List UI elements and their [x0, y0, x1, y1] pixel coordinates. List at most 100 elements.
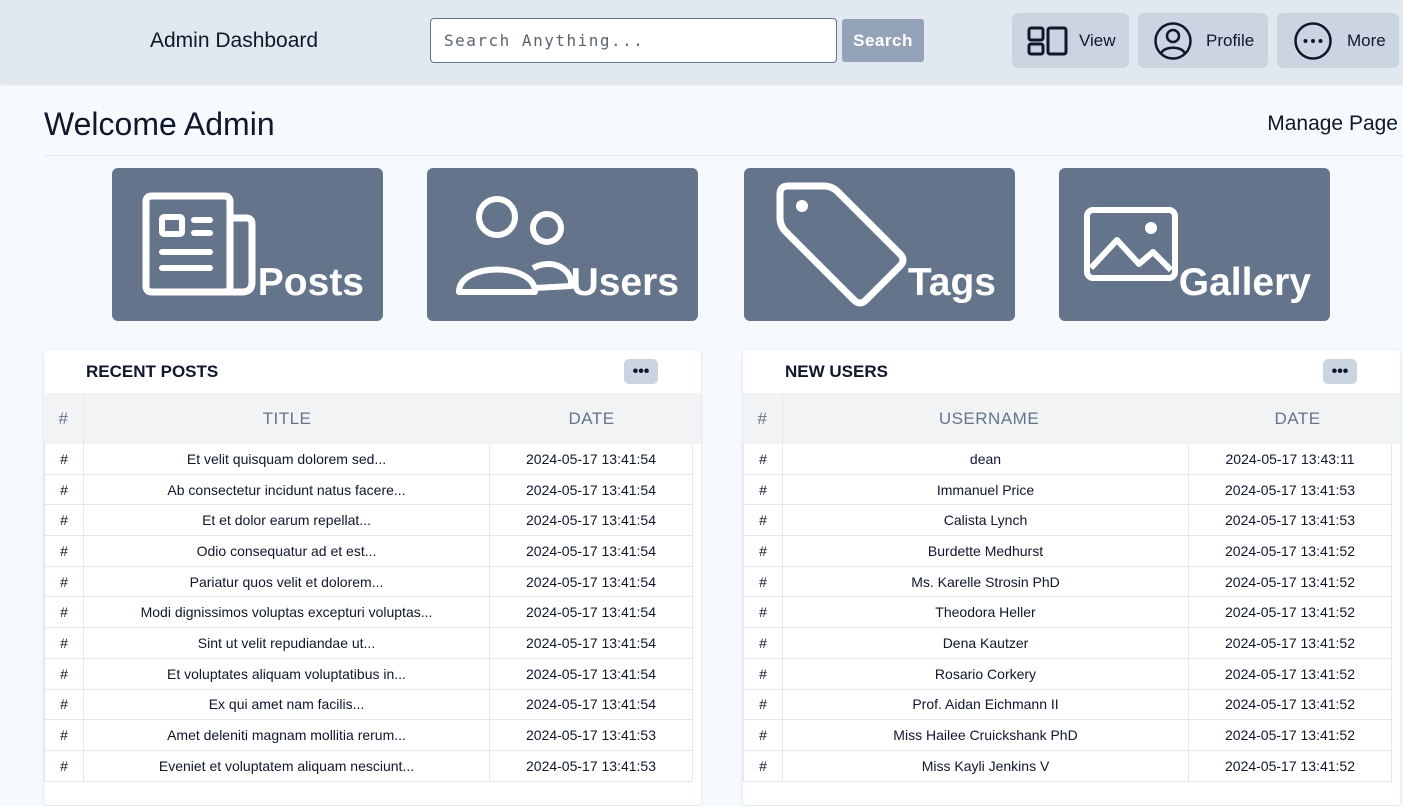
row-number-cell: # [44, 658, 84, 689]
row-number-cell: # [743, 720, 783, 750]
table-row[interactable]: # Odio consequatur ad et est... 2024-05-17… [44, 536, 693, 567]
table-row[interactable]: # Et velit quisquam dolorem sed... 2024-05… [44, 444, 693, 475]
row-number-cell: # [44, 536, 84, 566]
page-title: Welcome Admin [44, 106, 275, 142]
column-header-number[interactable]: # [743, 393, 783, 444]
post-title-cell: Et velit quisquam dolorem sed... [84, 444, 490, 474]
recent-posts-panel: RECENT POSTS ••• # TITLE DATE # Et velit … [44, 350, 701, 805]
user-date-cell: 2024-05-17 13:41:52 [1189, 536, 1392, 566]
new-users-menu-button[interactable]: ••• [1323, 359, 1357, 384]
column-header-date[interactable]: DATE [490, 393, 693, 444]
username-cell: Ms. Karelle Strosin PhD [783, 566, 1189, 597]
table-row[interactable]: # Calista Lynch 2024-05-17 13:41:53 [743, 505, 1392, 537]
username-cell: Prof. Aidan Eichmann II [783, 689, 1189, 720]
post-date-cell: 2024-05-17 13:41:54 [490, 536, 693, 566]
table-row[interactable]: # Miss Kayli Jenkins V 2024-05-17 13:41:52 [743, 750, 1392, 782]
gallery-card[interactable]: Gallery [1059, 168, 1330, 321]
user-date-cell: 2024-05-17 13:41:52 [1189, 597, 1392, 628]
profile-label: Profile [1206, 30, 1255, 50]
post-date-cell: 2024-05-17 13:41:54 [490, 658, 693, 689]
row-number-cell: # [743, 597, 783, 628]
profile-button[interactable]: Profile [1138, 13, 1268, 68]
post-title-cell: Sint ut velit repudiandae ut... [84, 628, 490, 658]
post-date-cell: 2024-05-17 13:41:54 [490, 505, 693, 536]
post-title-cell: Ex qui amet nam facilis... [84, 689, 490, 720]
row-number-cell: # [743, 444, 783, 474]
recent-posts-menu-button[interactable]: ••• [624, 359, 658, 384]
username-cell: Dena Kautzer [783, 628, 1189, 658]
table-row[interactable]: # Et et dolor earum repellat... 2024-05-17… [44, 505, 693, 537]
post-title-cell: Amet deleniti magnam mollitia rerum... [84, 720, 490, 750]
row-number-cell: # [743, 536, 783, 566]
new-users-header: # USERNAME DATE [743, 393, 1400, 444]
table-row[interactable]: # Modi dignissimos voluptas excepturi vol… [44, 597, 693, 629]
table-row[interactable]: # Ms. Karelle Strosin PhD 2024-05-17 13:41… [743, 566, 1392, 598]
post-title-cell: Ab consectetur incidunt natus facere... [84, 474, 490, 505]
post-title-cell: Odio consequatur ad et est... [84, 536, 490, 566]
recent-posts-title: RECENT POSTS [86, 362, 219, 381]
tags-card[interactable]: Tags [744, 168, 1015, 321]
user-date-cell: 2024-05-17 13:41:53 [1189, 474, 1392, 505]
post-title-cell: Et et dolor earum repellat... [84, 505, 490, 536]
column-header-title[interactable]: TITLE [84, 393, 490, 444]
row-number-cell: # [743, 658, 783, 689]
view-button[interactable]: View [1012, 13, 1129, 68]
table-row[interactable]: # Ex qui amet nam facilis... 2024-05-17 13… [44, 689, 693, 721]
table-row[interactable]: # Rosario Corkery 2024-05-17 13:41:52 [743, 658, 1392, 690]
post-title-cell: Modi dignissimos voluptas excepturi volu… [84, 597, 490, 628]
table-row[interactable]: # Amet deleniti magnam mollitia rerum... 2… [44, 720, 693, 751]
table-row[interactable]: # Immanuel Price 2024-05-17 13:41:53 [743, 474, 1392, 506]
table-row[interactable]: # Burdette Medhurst 2024-05-17 13:41:52 [743, 536, 1392, 567]
row-number-cell: # [44, 689, 84, 720]
posts-card-label: Posts [257, 261, 364, 304]
row-number-cell: # [743, 566, 783, 597]
users-card-label: Users [570, 261, 679, 304]
post-title-cell: Et voluptates aliquam voluptatibus in... [84, 658, 490, 689]
post-date-cell: 2024-05-17 13:41:54 [490, 628, 693, 658]
row-number-cell: # [44, 474, 84, 505]
user-date-cell: 2024-05-17 13:41:52 [1189, 566, 1392, 597]
post-title-cell: Pariatur quos velit et dolorem... [84, 566, 490, 597]
table-row[interactable]: # Eveniet et voluptatem aliquam nesciunt.… [44, 750, 693, 782]
posts-card[interactable]: Posts [112, 168, 383, 321]
more-circle-icon [1293, 21, 1333, 61]
users-card[interactable]: Users [427, 168, 698, 321]
post-date-cell: 2024-05-17 13:41:53 [490, 720, 693, 750]
post-date-cell: 2024-05-17 13:41:54 [490, 444, 693, 474]
brand-title: Admin Dashboard [150, 29, 319, 52]
row-number-cell: # [743, 750, 783, 781]
table-row[interactable]: # dean 2024-05-17 13:43:11 [743, 444, 1392, 475]
row-number-cell: # [44, 597, 84, 628]
post-title-cell: Eveniet et voluptatem aliquam nesciunt..… [84, 750, 490, 781]
column-header-username[interactable]: USERNAME [783, 393, 1195, 444]
username-cell: Immanuel Price [783, 474, 1189, 505]
layout-icon [1027, 25, 1069, 57]
column-header-date[interactable]: DATE [1195, 393, 1400, 444]
table-row[interactable]: # Miss Hailee Cruickshank PhD 2024-05-17 1… [743, 720, 1392, 751]
image-icon [1084, 207, 1178, 281]
table-row[interactable]: # Dena Kautzer 2024-05-17 13:41:52 [743, 628, 1392, 659]
users-icon [456, 196, 575, 295]
view-label: View [1079, 30, 1116, 50]
table-row[interactable]: # Prof. Aidan Eichmann II 2024-05-17 13:41… [743, 689, 1392, 721]
row-number-cell: # [44, 720, 84, 750]
username-cell: Theodora Heller [783, 597, 1189, 628]
new-users-panel: NEW USERS ••• # USERNAME DATE # dean 2024-… [743, 350, 1400, 805]
recent-posts-table-body: # Et velit quisquam dolorem sed... 2024-05… [44, 444, 693, 782]
user-date-cell: 2024-05-17 13:43:11 [1189, 444, 1392, 474]
post-date-cell: 2024-05-17 13:41:54 [490, 597, 693, 628]
tags-card-label: Tags [907, 261, 996, 304]
column-header-number[interactable]: # [44, 393, 84, 444]
more-button[interactable]: More [1277, 13, 1399, 68]
search-button[interactable]: Search [842, 19, 924, 62]
table-row[interactable]: # Et voluptates aliquam voluptatibus in..… [44, 658, 693, 690]
username-cell: Miss Hailee Cruickshank PhD [783, 720, 1189, 750]
manage-page-link[interactable]: Manage Page [1267, 112, 1398, 136]
row-number-cell: # [44, 566, 84, 597]
search-input[interactable] [430, 18, 837, 63]
more-label: More [1347, 30, 1386, 50]
table-row[interactable]: # Sint ut velit repudiandae ut... 2024-05-… [44, 628, 693, 659]
table-row[interactable]: # Ab consectetur incidunt natus facere...… [44, 474, 693, 506]
table-row[interactable]: # Pariatur quos velit et dolorem... 2024-0… [44, 566, 693, 598]
table-row[interactable]: # Theodora Heller 2024-05-17 13:41:52 [743, 597, 1392, 629]
